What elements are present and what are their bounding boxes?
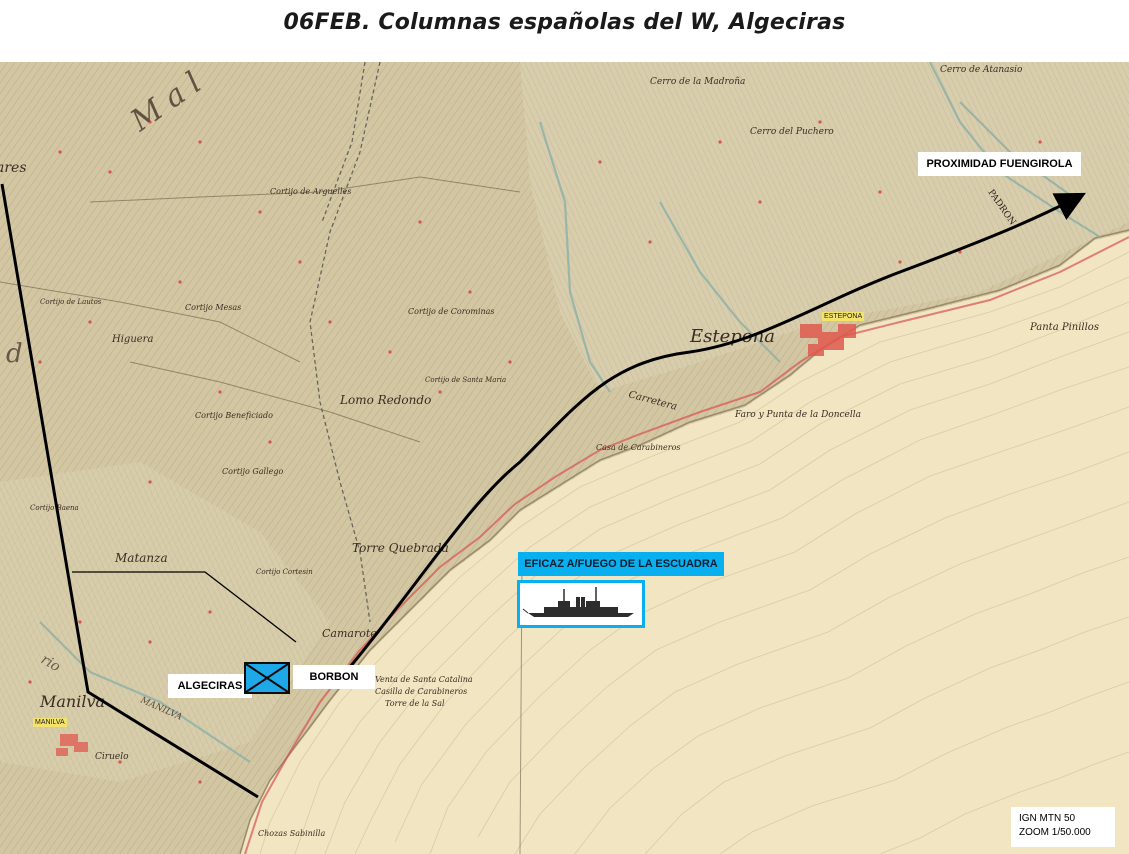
- label-lomo-redondo: Lomo Redondo: [339, 393, 431, 407]
- map-canvas: Estepona Manilva Lomo Redondo Torre Queb…: [0, 62, 1129, 854]
- label-escuadra: EFICAZ A/FUEGO DE LA ESCUADRA: [518, 552, 724, 576]
- unit-cross-icon: [246, 664, 288, 692]
- label-lautos: Cortijo de Lautos: [40, 298, 102, 306]
- label-beneficiado: Cortijo Beneficiado: [195, 411, 273, 420]
- label-torre-sal: Torre de la Sal: [385, 699, 445, 708]
- label-madrona: Cerro de la Madroña: [650, 77, 745, 87]
- warship-box[interactable]: [517, 580, 645, 628]
- label-baena: Cortijo Baena: [30, 504, 79, 512]
- page-title: 06FEB. Columnas españolas del W, Algecir…: [283, 10, 846, 35]
- label-mesas: Cortijo Mesas: [185, 303, 241, 312]
- label-camarote: Camarote: [322, 627, 377, 640]
- label-atanasio: Cerro de Atanasio: [940, 65, 1023, 75]
- label-cortesin: Cortijo Cortesin: [256, 568, 313, 576]
- svg-text:ares: ares: [0, 160, 27, 176]
- label-arguelles: Cortijo de Arguelles: [270, 187, 351, 196]
- label-casilla: Casilla de Carabineros: [375, 687, 467, 696]
- infantry-unit-icon[interactable]: [244, 662, 290, 694]
- label-corominas: Cortijo de Corominas: [408, 307, 495, 316]
- label-higuera: Higuera: [111, 334, 153, 345]
- label-santa-maria: Cortijo de Santa Maria: [425, 376, 506, 384]
- manilva-tag: MANILVA: [33, 718, 67, 727]
- estepona-tag: ESTEPONA: [822, 312, 865, 321]
- svg-text:d: d: [6, 339, 23, 369]
- ign-line-1: IGN MTN 50: [1019, 813, 1076, 824]
- ign-line-2: ZOOM 1/50.000: [1019, 827, 1091, 838]
- label-venta: Venta de Santa Catalina: [375, 675, 473, 684]
- label-chozas: Chozas Sabinilla: [258, 829, 325, 838]
- map-source-box: IGN MTN 50 ZOOM 1/50.000: [1011, 807, 1115, 847]
- warship-icon: [520, 583, 642, 625]
- label-puchero: Cerro del Puchero: [750, 127, 834, 137]
- label-pinillos: Panta Pinillos: [1029, 322, 1099, 333]
- label-torre-quebrada: Torre Quebrada: [352, 541, 449, 555]
- label-proximidad-fuengirola: PROXIMIDAD FUENGIROLA: [918, 152, 1081, 176]
- label-casa-carabineros: Casa de Carabineros: [596, 443, 681, 452]
- label-matanza: Matanza: [114, 551, 168, 565]
- map-area[interactable]: Estepona Manilva Lomo Redondo Torre Queb…: [0, 62, 1129, 854]
- label-borbon: BORBON: [293, 665, 375, 689]
- label-doncella: Faro y Punta de la Doncella: [734, 410, 861, 420]
- label-ciruelo: Ciruelo: [95, 752, 129, 762]
- label-gallego: Cortijo Gallego: [222, 467, 284, 476]
- label-algeciras: ALGECIRAS: [168, 674, 252, 698]
